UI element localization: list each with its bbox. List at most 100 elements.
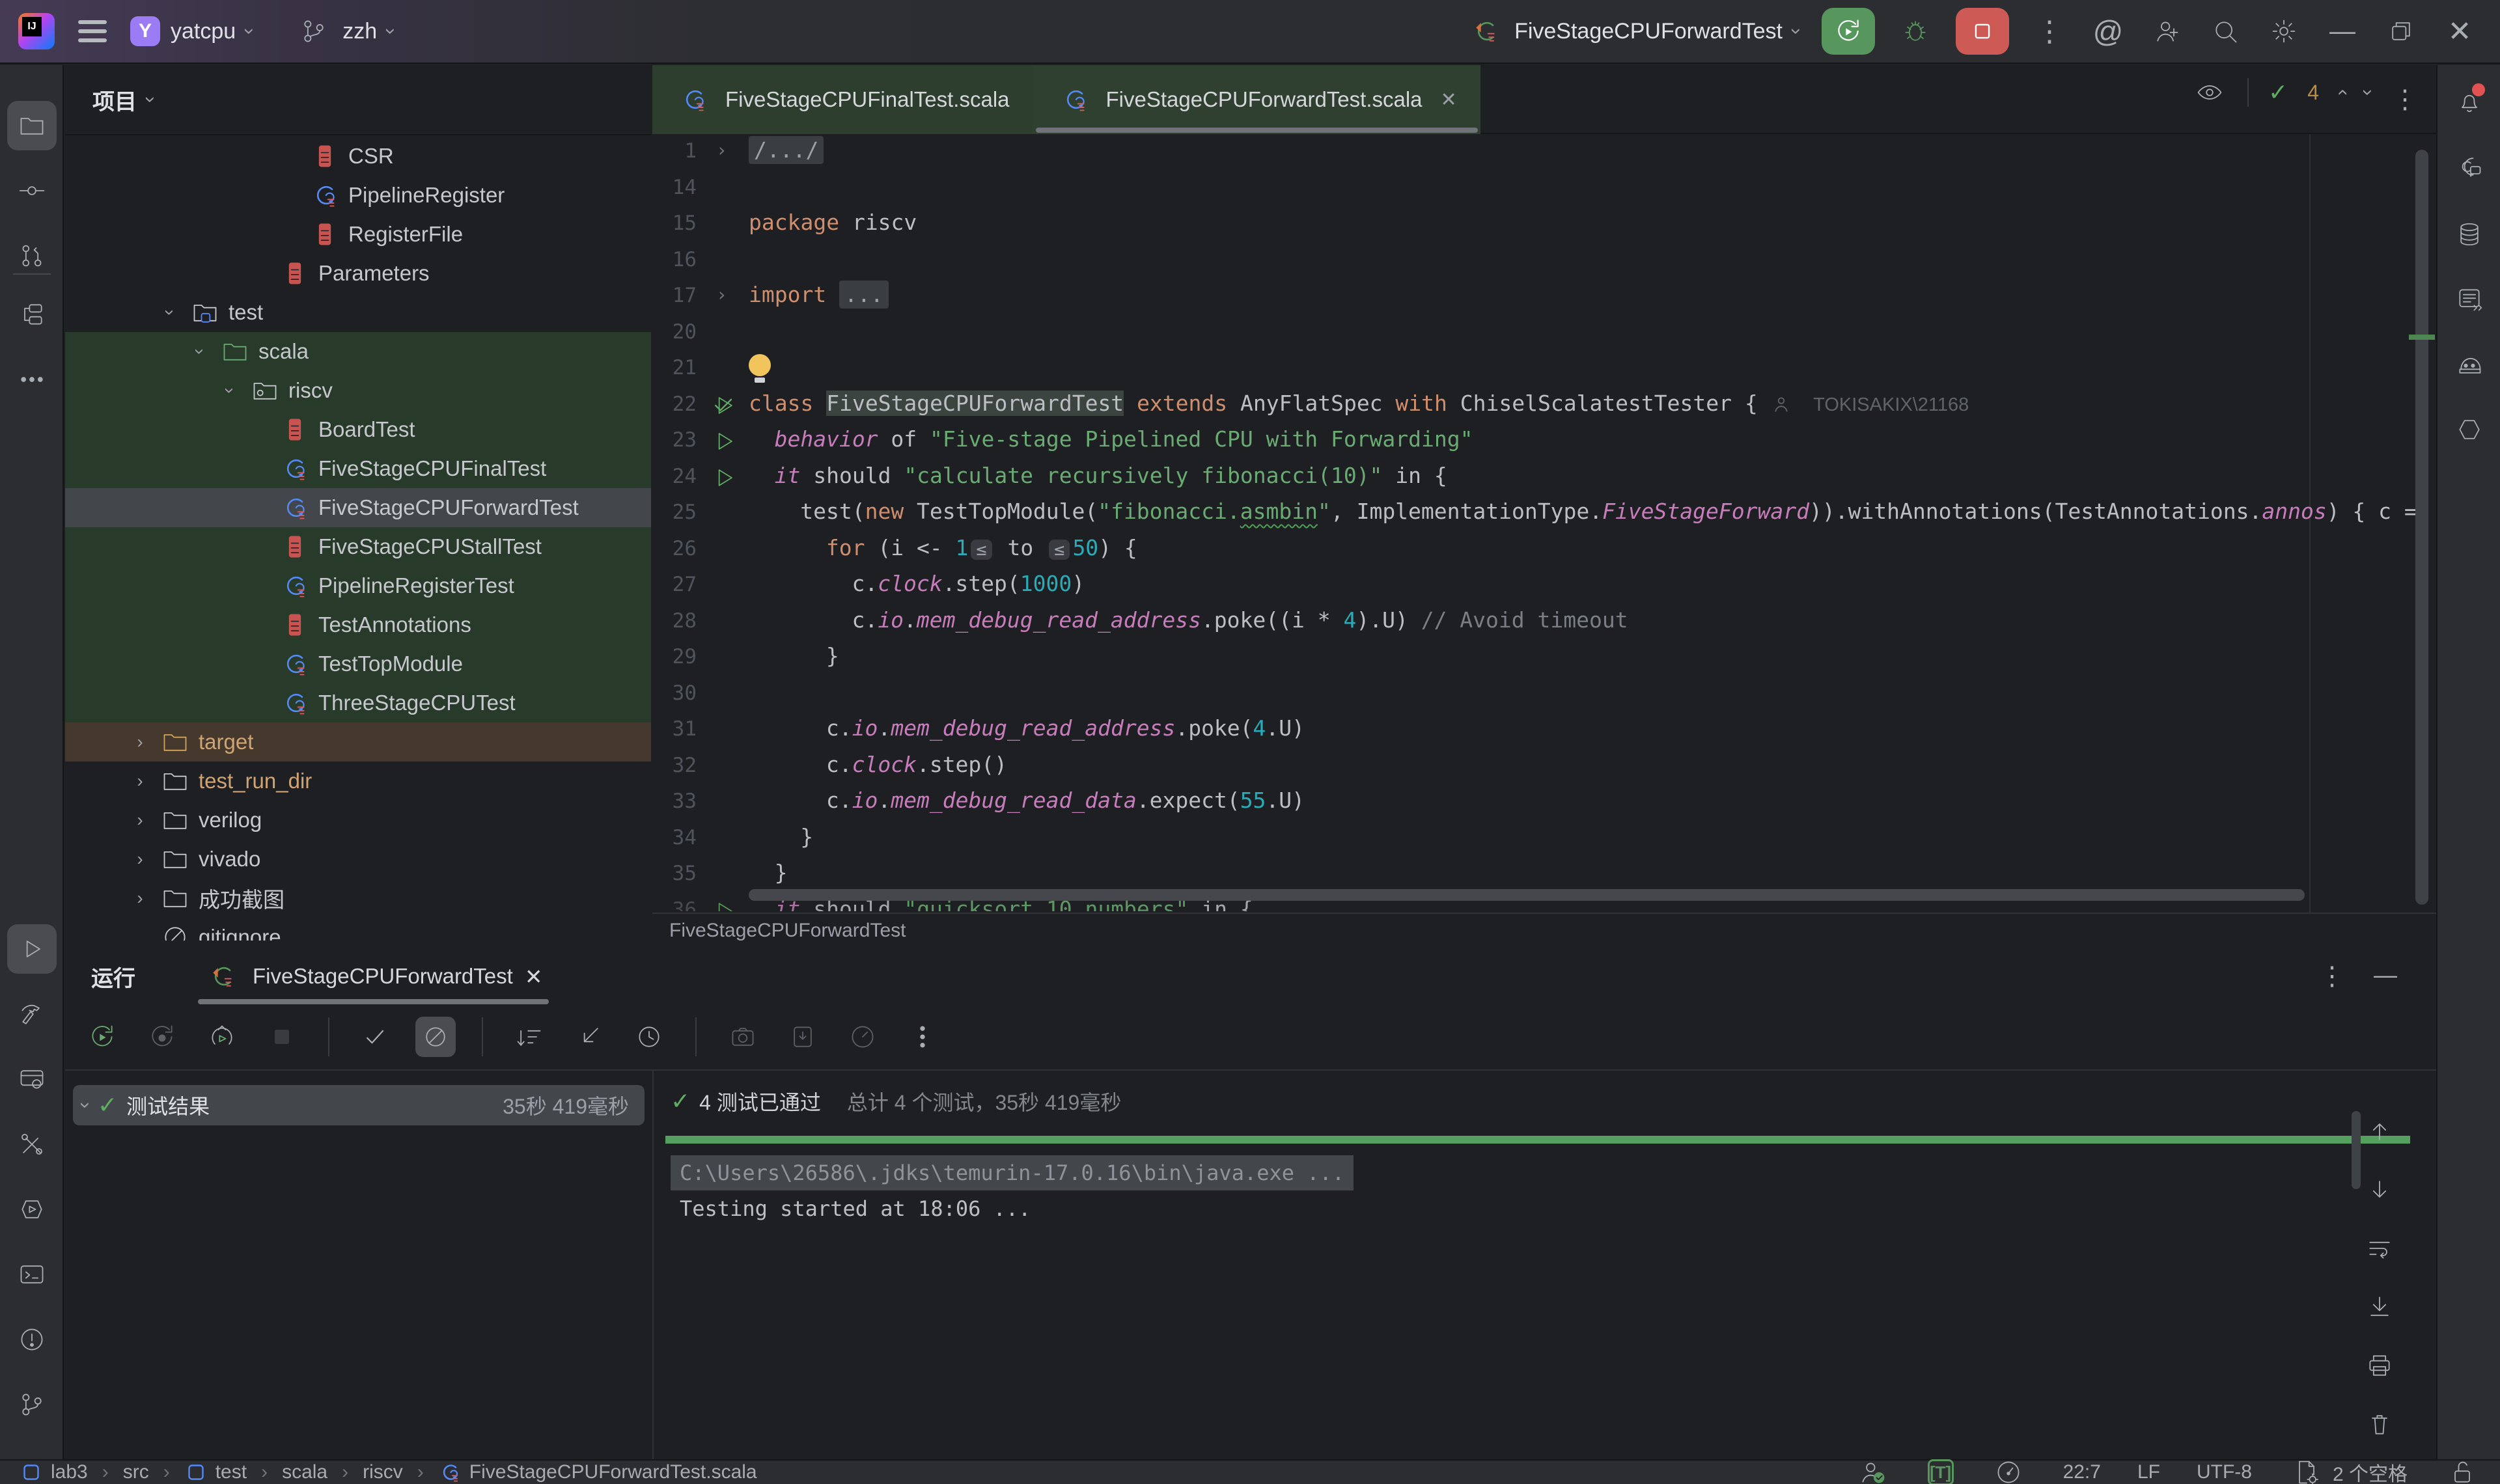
tree-item-BoardTest[interactable]: BoardTest (65, 410, 651, 449)
run-splitter[interactable] (652, 1069, 654, 1459)
tree-item-成功截图[interactable]: ›成功截图 (65, 879, 651, 918)
chevron-down-icon[interactable]: › (219, 378, 240, 404)
code-with-me-button[interactable] (2148, 13, 2185, 49)
profiler-gauge-button[interactable] (842, 1017, 883, 1057)
stripe-dependencies-hexagon-icon[interactable] (2445, 405, 2494, 454)
stripe-project-folder-icon[interactable] (7, 101, 57, 150)
editor-tab-FiveStageCPUFinalTest.scala[interactable]: FiveStageCPUFinalTest.scala (652, 65, 1033, 134)
stripe-services-hex-icon[interactable] (7, 1185, 57, 1234)
tree-item-test[interactable]: ›test (65, 293, 651, 332)
navigate-to-source-button[interactable] (569, 1017, 609, 1057)
tree-item-FiveStageCPUStallTest[interactable]: FiveStageCPUStallTest (65, 527, 651, 566)
tree-item-PipelineRegister[interactable]: PipelineRegister (65, 176, 651, 215)
stripe-version-control-icon[interactable] (7, 1380, 57, 1429)
tree-item-Parameters[interactable]: Parameters (65, 254, 651, 293)
run-configuration-selector[interactable]: FiveStageCPUForwardTest › (1467, 13, 1799, 49)
tree-item-vivado[interactable]: ›vivado (65, 840, 651, 879)
status-breadcrumbs[interactable]: lab3›src›test›scala›riscv›FiveStageCPUFo… (20, 1461, 757, 1484)
stripe-terminal-icon[interactable] (7, 1250, 57, 1299)
tree-item-gitignore[interactable]: gitignore (65, 918, 651, 941)
rerun-button[interactable] (82, 1017, 122, 1057)
test-results-row[interactable]: › ✓ 测试结果 35秒 419毫秒 (73, 1085, 645, 1125)
stripe-documentation-icon[interactable] (2445, 275, 2494, 324)
search-everywhere-button[interactable] (2207, 13, 2243, 49)
fold-arrow-icon[interactable]: › (716, 284, 727, 305)
kebab-button[interactable] (902, 1017, 943, 1057)
breadcrumb-src[interactable]: src (123, 1461, 149, 1483)
tree-item-verilog[interactable]: ›verilog (65, 801, 651, 840)
restore-button[interactable] (2383, 13, 2419, 49)
close-icon[interactable]: ✕ (525, 964, 543, 989)
main-menu-icon[interactable] (78, 20, 107, 42)
typography-widget[interactable]: [T] (1928, 1459, 1954, 1484)
run-panel-options-kebab[interactable]: ⋮ (2319, 961, 2345, 991)
tree-item-TestTopModule[interactable]: TestTopModule (65, 644, 651, 683)
run-tab[interactable]: FiveStageCPUForwardTest ✕ (198, 948, 549, 1004)
breadcrumb-riscv[interactable]: riscv (363, 1461, 403, 1483)
project-widget[interactable]: Y yatcpu › (130, 16, 253, 46)
stripe-gradle-icon[interactable] (2445, 340, 2494, 389)
test-passed-run-icon[interactable] (710, 391, 738, 420)
close-button[interactable]: ✕ (2441, 13, 2478, 49)
run-test-icon[interactable] (710, 463, 738, 492)
toggle-auto-rerun-button[interactable] (202, 1017, 242, 1057)
line-separator[interactable]: LF (2137, 1461, 2160, 1483)
indent-widget[interactable]: 2 个空格 (2288, 1454, 2408, 1484)
sort-by-duration-button[interactable] (509, 1017, 549, 1057)
editor-horizontal-scrollbar[interactable] (749, 889, 2305, 901)
scroll-down-button[interactable] (2359, 1170, 2400, 1210)
fold-arrow-icon[interactable]: › (716, 139, 727, 161)
stop-button[interactable] (262, 1017, 302, 1057)
stripe-tools-icon[interactable] (7, 1120, 57, 1169)
readonly-lock[interactable] (2444, 1454, 2480, 1484)
stripe-run-tool-icon[interactable] (7, 924, 57, 974)
tree-item-ThreeStageCPUTest[interactable]: ThreeStageCPUTest (65, 683, 651, 722)
print-button[interactable] (2359, 1345, 2400, 1386)
tree-item-CSR[interactable]: CSR (65, 137, 651, 176)
tree-item-TestAnnotations[interactable]: TestAnnotations (65, 605, 651, 644)
highlighting-eye-icon[interactable] (2191, 74, 2228, 111)
chevron-right-icon[interactable]: › (127, 849, 153, 870)
ai-at-button[interactable]: @ (2090, 13, 2126, 49)
settings-button[interactable] (2266, 13, 2302, 49)
editor-scrollbar[interactable] (2415, 150, 2428, 924)
chevron-right-icon[interactable]: › (127, 810, 153, 831)
tab-options-kebab[interactable]: ⋮ (2392, 85, 2418, 115)
vcs-widget[interactable]: zzh › (296, 13, 394, 49)
more-actions-button[interactable]: ⋮ (2031, 13, 2068, 49)
performance-widget[interactable] (1990, 1454, 2027, 1484)
stop-button[interactable] (1956, 8, 2009, 55)
caret-position[interactable]: 22:7 (2063, 1461, 2101, 1483)
stripe-build-hammer-icon[interactable] (7, 989, 57, 1039)
tree-item-FiveStageCPUForwardTest[interactable]: FiveStageCPUForwardTest (65, 488, 651, 527)
show-passed-button[interactable] (355, 1017, 396, 1057)
tree-item-test_run_dir[interactable]: ›test_run_dir (65, 762, 651, 801)
rerun-failed-button[interactable] (142, 1017, 182, 1057)
stripe-structure-icon[interactable] (7, 290, 57, 339)
author-code-vision-hint[interactable]: TOKISAKIX\21168 (1809, 394, 1969, 415)
stripe-database-icon[interactable] (2445, 210, 2494, 259)
stripe-commit-icon[interactable] (7, 166, 57, 215)
inspections-widget[interactable]: ✓ 4 › › (2191, 74, 2371, 111)
tree-item-PipelineRegisterTest[interactable]: PipelineRegisterTest (65, 566, 651, 605)
chevron-right-icon[interactable]: › (127, 732, 153, 752)
file-encoding[interactable]: UTF-8 (2197, 1461, 2252, 1483)
project-panel-header[interactable]: 项目 › (65, 65, 651, 135)
hide-panel-button[interactable]: — (2374, 961, 2397, 991)
breadcrumb-FiveStageCPUForwardTest.scala[interactable]: FiveStageCPUForwardTest.scala (438, 1461, 757, 1484)
clear-all-button[interactable] (2359, 1404, 2400, 1444)
stripe-ai-assistant-icon[interactable] (2445, 142, 2494, 191)
stripe-services-window-icon[interactable] (7, 1054, 57, 1104)
code-editor[interactable]: 1›/.../1415package riscv1617›import ...2… (652, 134, 2436, 913)
stripe-problems-icon[interactable] (7, 1315, 57, 1364)
show-ignored-button[interactable] (415, 1017, 456, 1057)
breadcrumb-lab3[interactable]: lab3 (20, 1461, 88, 1484)
chevron-right-icon[interactable]: › (127, 771, 153, 791)
scroll-to-end-button[interactable] (2359, 1287, 2400, 1327)
soft-wrap-button[interactable] (2359, 1228, 2400, 1269)
run-test-icon[interactable] (710, 897, 738, 911)
tree-item-riscv[interactable]: ›riscv (65, 371, 651, 410)
import-results-button[interactable] (783, 1017, 823, 1057)
snapshot-camera-button[interactable] (723, 1017, 763, 1057)
minimize-button[interactable]: — (2324, 13, 2361, 49)
